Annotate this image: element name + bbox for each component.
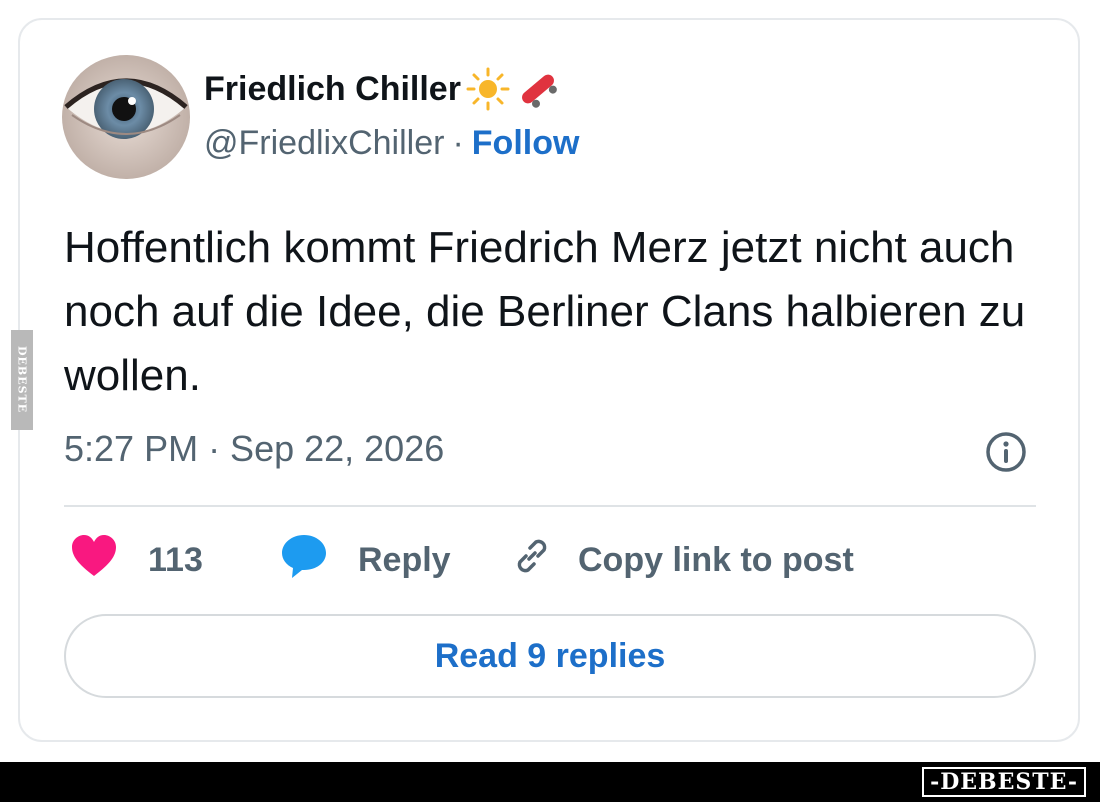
side-watermark: DEBESTE [11, 330, 33, 430]
like-button[interactable]: 113 [70, 534, 280, 587]
reply-button[interactable]: Reply [280, 533, 510, 588]
skateboard-emoji-icon [515, 66, 561, 112]
heart-icon [70, 534, 118, 587]
tweet-text: Hoffentlich kommt Friedrich Merz jetzt n… [64, 223, 1026, 400]
link-icon [510, 534, 554, 587]
copy-link-button[interactable]: Copy link to post [510, 534, 854, 587]
copy-link-label: Copy link to post [578, 540, 854, 579]
bottom-watermark-bar: -DEBESTE- [0, 762, 1100, 802]
author-handle-row: @FriedlixChiller · Follow [204, 124, 579, 163]
follow-button[interactable]: Follow [472, 124, 580, 163]
eye-avatar-image [62, 55, 190, 179]
avatar[interactable] [62, 55, 190, 179]
reply-label: Reply [358, 540, 451, 579]
author-display-name[interactable]: Friedlich Chiller [204, 70, 461, 109]
sun-emoji-icon [465, 66, 511, 112]
action-bar: 113 Reply Copy link to post [70, 532, 854, 588]
like-count: 113 [148, 540, 203, 579]
read-replies-button[interactable]: Read 9 replies [64, 614, 1036, 698]
author-handle[interactable]: @FriedlixChiller [204, 124, 444, 163]
info-icon[interactable] [984, 430, 1028, 474]
bottom-watermark-logo: -DEBESTE- [922, 767, 1086, 797]
author-name-row: Friedlich Chiller [204, 66, 561, 112]
tweet-timestamp[interactable]: 5:27 PM · Sep 22, 2026 [64, 428, 444, 470]
divider [64, 505, 1036, 507]
reply-bubble-icon [280, 533, 328, 588]
separator-dot: · [452, 124, 464, 162]
